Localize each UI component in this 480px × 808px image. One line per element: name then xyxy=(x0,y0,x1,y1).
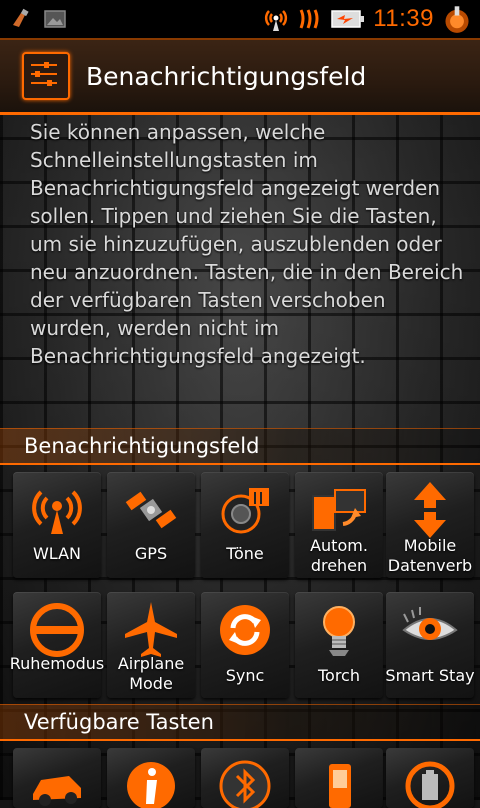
tile-label: GPS xyxy=(134,544,168,563)
do-not-disturb-icon xyxy=(30,603,84,657)
tile-label: WLAN xyxy=(32,544,81,563)
panel-section-title: Benachrichtigungsfeld xyxy=(24,434,260,458)
signal-icon xyxy=(299,9,319,29)
tile-auto-rotate[interactable]: Autom. drehen xyxy=(295,472,383,578)
tile-smart-stay[interactable]: Smart Stay xyxy=(385,592,475,698)
available-tile-car[interactable] xyxy=(13,748,101,808)
satellite-icon xyxy=(125,491,177,529)
tile-label: Mobile Datenverb xyxy=(387,536,473,575)
tile-label: Ruhemodus xyxy=(9,654,105,673)
page-title: Benachrichtigungsfeld xyxy=(86,61,367,91)
tile-label: Sync xyxy=(225,666,265,685)
available-tile-power-saving[interactable] xyxy=(386,748,474,808)
speaker-icon xyxy=(221,488,269,534)
tile-quiet-mode[interactable]: Ruhemodus xyxy=(10,592,104,698)
clock: 11:39 xyxy=(373,5,434,32)
tile-label: Töne xyxy=(226,544,264,563)
rotate-icon xyxy=(312,489,366,531)
tile-label: Torch xyxy=(317,666,360,685)
description-text: Sie können anpassen, welche Schnelleinst… xyxy=(30,120,464,368)
title-bar: Benachrichtigungsfeld xyxy=(0,38,480,115)
tile-mobile-data[interactable]: Mobile Datenverb xyxy=(386,472,474,578)
eye-icon xyxy=(402,607,458,640)
tile-airplane[interactable]: Airplane Mode xyxy=(107,592,195,698)
airplane-icon xyxy=(125,602,177,657)
image-notification-icon xyxy=(44,10,66,28)
tile-label: Autom. drehen xyxy=(310,536,368,575)
tile-sounds[interactable]: Töne xyxy=(201,472,289,578)
usb-icon xyxy=(13,8,29,27)
tile-label: Smart Stay xyxy=(385,666,475,685)
status-bar: 11:39 xyxy=(0,0,480,38)
battery-icon xyxy=(331,10,365,28)
tile-sync[interactable]: Sync xyxy=(201,592,289,698)
wifi-hotspot-icon xyxy=(265,10,288,31)
tile-torch[interactable]: Torch xyxy=(295,592,383,698)
available-tile-info[interactable] xyxy=(107,748,195,808)
available-tile-bluetooth[interactable] xyxy=(201,748,289,808)
available-section-title: Verfügbare Tasten xyxy=(24,710,214,734)
sliders-settings-icon[interactable] xyxy=(22,52,70,100)
app-notification-icon xyxy=(445,6,469,33)
available-tile-phone[interactable] xyxy=(295,748,383,808)
panel-section-header: Benachrichtigungsfeld xyxy=(0,428,480,465)
tile-gps[interactable]: GPS xyxy=(107,472,195,578)
available-section-header: Verfügbare Tasten xyxy=(0,704,480,741)
wifi-broadcast-icon xyxy=(32,490,82,534)
data-arrows-icon xyxy=(414,482,446,538)
sync-icon xyxy=(220,605,270,655)
tile-wlan[interactable]: WLAN xyxy=(13,472,101,578)
tile-label: Airplane Mode xyxy=(117,654,185,693)
light-bulb-icon xyxy=(323,606,355,656)
